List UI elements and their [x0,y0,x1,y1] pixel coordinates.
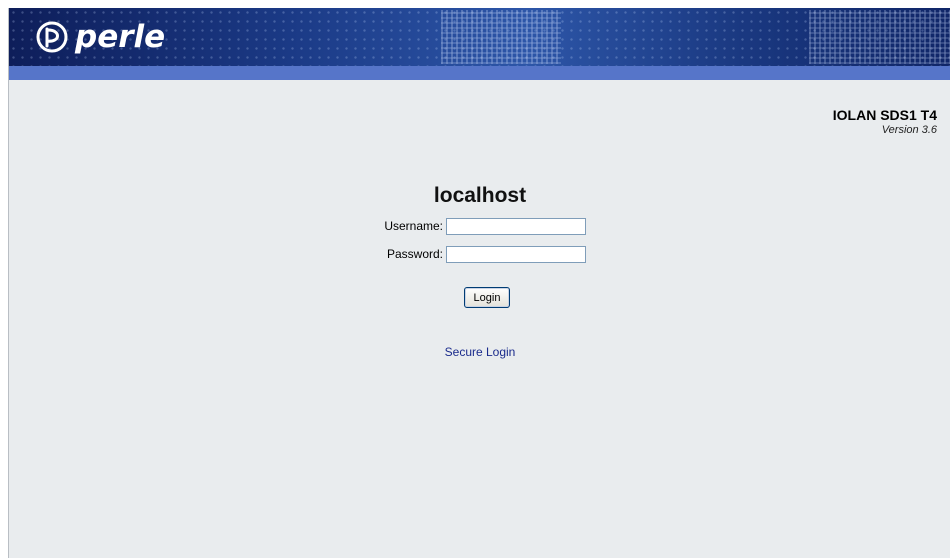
header-banner: perle [9,8,950,66]
username-input[interactable] [446,217,586,235]
password-row: Password: [375,244,586,264]
login-button[interactable]: Login [464,287,510,308]
product-version: Version 3.6 [881,124,937,136]
logo-text: perle [75,19,166,55]
product-name: IOLAN SDS1 T4 [832,107,937,123]
password-input[interactable] [446,245,586,263]
username-label: Username: [384,219,443,233]
username-row: Username: [375,216,586,236]
password-label: Password: [386,247,443,261]
product-info: IOLAN SDS1 T4 Version 3.6 [833,107,937,137]
host-title: localhost [433,184,527,207]
secure-login-link[interactable]: Secure Login [9,345,950,359]
banner-graphic-left [441,10,561,64]
page-frame: perle IOLAN SDS1 T4 Version 3.6 localhos… [8,8,950,558]
header-stripe [9,66,950,80]
banner-graphic-right [809,10,950,64]
perle-logo: perle [35,20,165,54]
perle-logo-icon [36,21,68,53]
